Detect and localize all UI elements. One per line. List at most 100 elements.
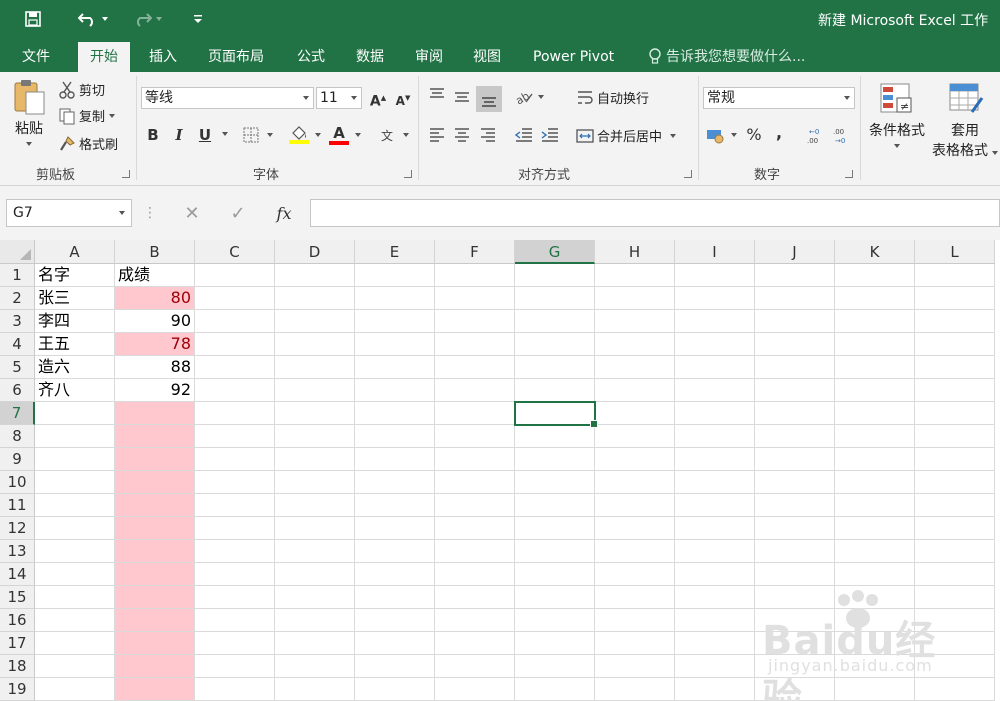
cell-b2[interactable]: 80: [115, 287, 195, 310]
cell-a18[interactable]: [35, 655, 115, 678]
row-header-12[interactable]: 12: [0, 517, 35, 540]
cell-e19[interactable]: [355, 678, 435, 701]
cell-b14[interactable]: [115, 563, 195, 586]
cell-c9[interactable]: [195, 448, 275, 471]
column-header-c[interactable]: C: [195, 240, 275, 264]
row-header-14[interactable]: 14: [0, 563, 35, 586]
tab-formulas[interactable]: 公式: [285, 42, 337, 72]
cell-h14[interactable]: [595, 563, 675, 586]
cell-d5[interactable]: [275, 356, 355, 379]
decrease-indent-icon[interactable]: [514, 126, 534, 144]
underline-button[interactable]: U: [194, 124, 216, 146]
select-all-corner[interactable]: [0, 240, 35, 264]
increase-decimal-icon[interactable]: ←0.00: [806, 126, 826, 146]
cell-i2[interactable]: [675, 287, 755, 310]
cell-c8[interactable]: [195, 425, 275, 448]
undo-icon[interactable]: [74, 6, 112, 32]
cell-l7[interactable]: [915, 402, 995, 425]
increase-indent-icon[interactable]: [540, 126, 560, 144]
row-header-7[interactable]: 7: [0, 402, 35, 425]
borders-button[interactable]: [242, 126, 273, 144]
tab-file[interactable]: 文件: [10, 42, 62, 72]
cell-c2[interactable]: [195, 287, 275, 310]
merge-center-button[interactable]: 合并后居中: [576, 126, 677, 145]
cell-g9[interactable]: [515, 448, 595, 471]
cell-i5[interactable]: [675, 356, 755, 379]
accounting-format-button[interactable]: [706, 126, 737, 144]
number-launcher-icon[interactable]: [845, 170, 853, 178]
column-header-a[interactable]: A: [35, 240, 115, 264]
cell-f5[interactable]: [435, 356, 515, 379]
row-header-3[interactable]: 3: [0, 310, 35, 333]
column-header-e[interactable]: E: [355, 240, 435, 264]
row-header-5[interactable]: 5: [0, 356, 35, 379]
cell-d3[interactable]: [275, 310, 355, 333]
cell-h18[interactable]: [595, 655, 675, 678]
cell-b13[interactable]: [115, 540, 195, 563]
cell-e15[interactable]: [355, 586, 435, 609]
cell-d11[interactable]: [275, 494, 355, 517]
cell-l5[interactable]: [915, 356, 995, 379]
italic-button[interactable]: I: [168, 124, 190, 146]
cell-e16[interactable]: [355, 609, 435, 632]
cell-j18[interactable]: [755, 655, 835, 678]
column-header-i[interactable]: I: [675, 240, 755, 264]
cell-k2[interactable]: [835, 287, 915, 310]
cell-a19[interactable]: [35, 678, 115, 701]
cell-h13[interactable]: [595, 540, 675, 563]
cell-k12[interactable]: [835, 517, 915, 540]
insert-function-button[interactable]: fx: [266, 199, 302, 227]
cell-b9[interactable]: [115, 448, 195, 471]
cell-b6[interactable]: 92: [115, 379, 195, 402]
format-as-table-button[interactable]: 套用 表格格式: [930, 82, 1000, 160]
cell-b3[interactable]: 90: [115, 310, 195, 333]
cell-g7[interactable]: [515, 402, 595, 425]
cell-f8[interactable]: [435, 425, 515, 448]
cell-g18[interactable]: [515, 655, 595, 678]
underline-dropdown[interactable]: [218, 132, 228, 136]
cell-l2[interactable]: [915, 287, 995, 310]
cell-d6[interactable]: [275, 379, 355, 402]
cell-a17[interactable]: [35, 632, 115, 655]
cell-g12[interactable]: [515, 517, 595, 540]
cell-j11[interactable]: [755, 494, 835, 517]
cell-e8[interactable]: [355, 425, 435, 448]
alignment-launcher-icon[interactable]: [684, 170, 692, 178]
cell-j3[interactable]: [755, 310, 835, 333]
cell-l17[interactable]: [915, 632, 995, 655]
worksheet-grid[interactable]: A B C D E F G H I J K L 1 名字 成绩 2 张三 80 3 李四 90 4 王五 78 5 造六 88 6 齐八…: [0, 240, 1000, 701]
cell-f14[interactable]: [435, 563, 515, 586]
cell-h9[interactable]: [595, 448, 675, 471]
cell-b10[interactable]: [115, 471, 195, 494]
tab-power-pivot[interactable]: Power Pivot: [521, 42, 626, 72]
cell-a4[interactable]: 王五: [35, 333, 115, 356]
tab-review[interactable]: 审阅: [403, 42, 455, 72]
cell-g19[interactable]: [515, 678, 595, 701]
cell-d7[interactable]: [275, 402, 355, 425]
cell-e7[interactable]: [355, 402, 435, 425]
cell-j1[interactable]: [755, 264, 835, 287]
cell-b19[interactable]: [115, 678, 195, 701]
cell-c3[interactable]: [195, 310, 275, 333]
cell-l4[interactable]: [915, 333, 995, 356]
row-header-13[interactable]: 13: [0, 540, 35, 563]
row-header-2[interactable]: 2: [0, 287, 35, 310]
cell-i1[interactable]: [675, 264, 755, 287]
cell-g2[interactable]: [515, 287, 595, 310]
cell-h12[interactable]: [595, 517, 675, 540]
cell-d19[interactable]: [275, 678, 355, 701]
cell-h6[interactable]: [595, 379, 675, 402]
cell-d18[interactable]: [275, 655, 355, 678]
cell-k19[interactable]: [835, 678, 915, 701]
cell-c5[interactable]: [195, 356, 275, 379]
cell-g14[interactable]: [515, 563, 595, 586]
decrease-decimal-icon[interactable]: .00 →0: [832, 126, 852, 146]
align-middle-icon[interactable]: [453, 88, 471, 106]
cell-g10[interactable]: [515, 471, 595, 494]
cell-h2[interactable]: [595, 287, 675, 310]
conditional-format-button[interactable]: ≠ 条件格式: [864, 82, 930, 148]
cell-k10[interactable]: [835, 471, 915, 494]
tab-view[interactable]: 视图: [461, 42, 513, 72]
cell-i15[interactable]: [675, 586, 755, 609]
cell-f10[interactable]: [435, 471, 515, 494]
